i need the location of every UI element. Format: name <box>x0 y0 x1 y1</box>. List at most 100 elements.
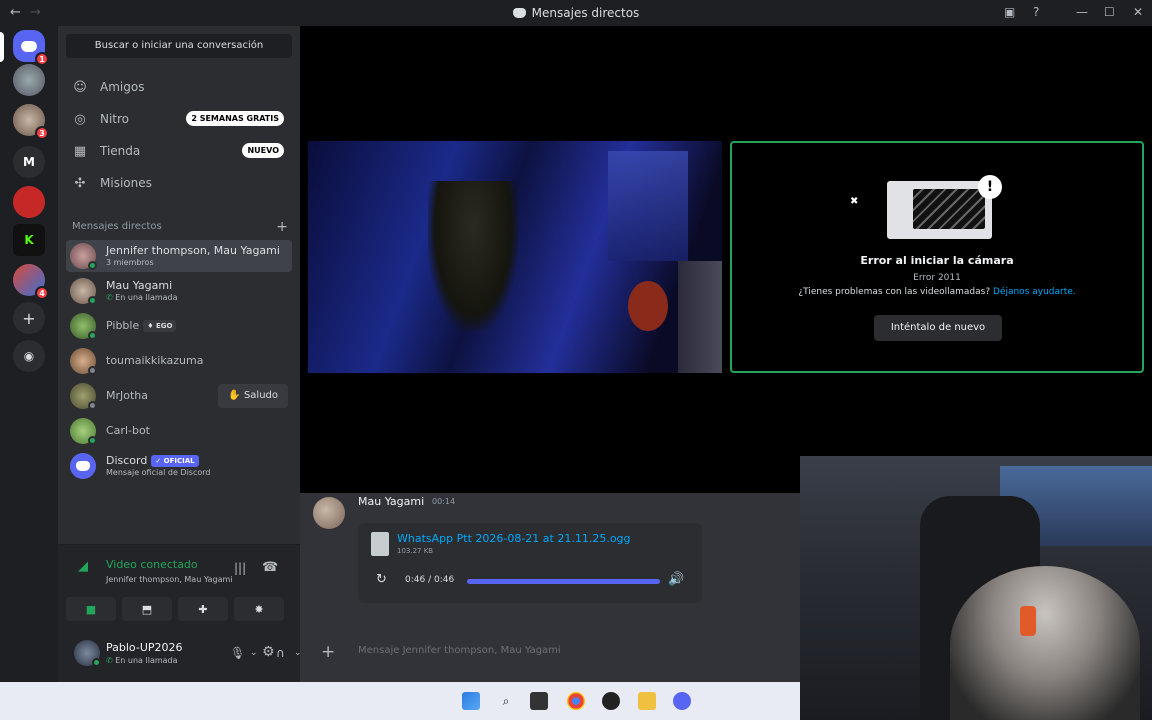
server-list: 1 3 M K 4 + ◉ <box>0 26 58 682</box>
volume-icon[interactable]: 🔊 <box>668 572 684 587</box>
chat-area: Mau Yagami 00:14 WhatsApp Ptt 2026-08-21… <box>300 493 800 682</box>
nitro-icon: ◎ <box>74 111 86 127</box>
webcam-light <box>1020 606 1036 636</box>
discord-logo-icon <box>76 461 90 471</box>
disconnect-icon[interactable]: ☎ <box>262 560 278 575</box>
friends-icon: ☺ <box>73 79 87 95</box>
server-avatar-3[interactable]: 4 <box>13 264 49 300</box>
discover-icon[interactable]: ◉ <box>13 340 45 372</box>
audio-player: ↻ 0:46 / 0:46 🔊 <box>374 571 688 591</box>
chevron-down-icon[interactable]: ⌄ <box>250 648 258 658</box>
call-stage: ! ✖ Error al iniciar la cámara Error 201… <box>300 26 1152 493</box>
progress-bar[interactable] <box>467 579 660 584</box>
maximize-icon[interactable]: ☐ <box>1104 5 1115 19</box>
status-indicator <box>92 658 101 667</box>
dm-name: Mau Yagami <box>106 279 173 292</box>
retry-button[interactable]: Inténtalo de nuevo <box>874 315 1002 341</box>
kick-server-icon[interactable]: K <box>13 224 45 256</box>
voice-channel[interactable]: Jennifer thompson, Mau Yagami <box>106 575 233 584</box>
help-icon[interactable]: ? <box>1033 5 1039 19</box>
shop-icon: ▦ <box>73 143 87 159</box>
replay-icon[interactable]: ↻ <box>376 572 387 587</box>
settings-icon[interactable]: ⚙ <box>262 644 275 660</box>
title-bar: ← → Mensajes directos ▣ ? — ☐ ✕ <box>0 0 1152 26</box>
activities-button[interactable]: ✚ <box>178 597 228 621</box>
activities-icon: ✚ <box>198 602 208 616</box>
headphones-icon[interactable]: ∩ <box>276 646 285 660</box>
username[interactable]: Pablo-UP2026 <box>106 641 183 654</box>
obs-icon[interactable] <box>602 692 620 710</box>
camera-error-illustration <box>887 181 992 239</box>
server-group-avatar[interactable] <box>13 64 45 96</box>
discord-taskbar-icon[interactable] <box>673 692 691 710</box>
dm-item-toumaikkikazuma[interactable]: toumaikkikazuma <box>66 345 292 377</box>
close-icon[interactable]: ✕ <box>1133 5 1143 19</box>
static-screen <box>913 189 985 229</box>
promo-tag: 2 SEMANAS GRATIS <box>186 111 284 126</box>
message-input[interactable]: Mensaje Jennifer thompson, Mau Yagami <box>358 645 561 656</box>
message-timestamp: 00:14 <box>432 497 456 506</box>
nav-label: Tienda <box>100 144 141 158</box>
dm-item-mau[interactable]: Mau Yagami ✆ En una llamada <box>66 275 292 307</box>
search-input[interactable]: Buscar o iniciar una conversación <box>66 34 292 58</box>
video-tile-remote[interactable] <box>308 141 722 373</box>
screen-share-icon: ⬒ <box>141 602 153 616</box>
video-poster <box>608 151 688 261</box>
warning-icon: ! <box>978 175 1002 199</box>
error-code: Error 2011 <box>913 273 961 283</box>
server-m[interactable]: M <box>13 146 45 178</box>
dm-item-group[interactable]: Jennifer thompson, Mau Yagami 3 miembros <box>66 240 292 272</box>
error-help: ¿Tienes problemas con las videollamadas?… <box>798 287 1076 297</box>
signal-icon: ◢ <box>78 559 88 574</box>
selected-pill <box>0 32 4 62</box>
task-view-icon[interactable] <box>530 692 548 710</box>
inbox-icon[interactable]: ▣ <box>1004 5 1015 19</box>
wave-button[interactable]: ✋ Saludo <box>218 384 288 408</box>
soundboard-button[interactable]: ✸ <box>234 597 284 621</box>
notification-badge: 4 <box>35 286 49 300</box>
discord-logo-icon <box>512 8 526 18</box>
official-tag: ✓ OFICIAL <box>151 455 199 467</box>
dm-item-carlbot[interactable]: Carl-bot <box>66 415 292 447</box>
home-button[interactable]: 1 <box>13 30 49 66</box>
server-avatar-1[interactable]: 3 <box>13 104 49 140</box>
nav-quests[interactable]: ✣ Misiones <box>66 169 292 197</box>
dm-item-discord[interactable]: Discord ✓ OFICIAL Mensaje oficial de Disc… <box>66 450 292 482</box>
audio-file-icon <box>371 532 389 556</box>
camera-button[interactable]: ■ <box>66 597 116 621</box>
help-link[interactable]: Déjanos ayudarte. <box>993 287 1076 297</box>
noise-suppression-icon[interactable]: ||| <box>234 561 246 575</box>
minimize-icon[interactable]: — <box>1076 5 1088 19</box>
chrome-icon[interactable] <box>567 692 585 710</box>
attach-plus-icon[interactable]: + <box>321 642 335 662</box>
window-title-container: Mensajes directos <box>0 6 1152 20</box>
dm-name: Carl-bot <box>106 424 150 437</box>
dm-name: MrJotha <box>106 389 149 402</box>
video-plush <box>628 281 668 331</box>
window-title: Mensajes directos <box>531 6 640 20</box>
file-explorer-icon[interactable] <box>638 692 656 710</box>
dm-item-pibble[interactable]: Pibble ♦ EGO <box>66 310 292 342</box>
screen-share-button[interactable]: ⬒ <box>122 597 172 621</box>
video-person-silhouette <box>428 181 518 331</box>
soundboard-icon: ✸ <box>254 602 264 616</box>
nav-friends[interactable]: ☺ Amigos <box>66 73 292 101</box>
dm-sidebar: Buscar o iniciar una conversación ☺ Amig… <box>58 26 302 682</box>
windows-start-icon[interactable] <box>462 692 480 710</box>
new-tag: NUEVO <box>242 143 284 158</box>
webcam-overlay <box>800 456 1152 720</box>
create-dm-icon[interactable]: + <box>276 219 288 235</box>
status-indicator <box>88 366 97 375</box>
file-link[interactable]: WhatsApp Ptt 2026-08-21 at 21.11.25.ogg <box>397 532 631 545</box>
server-avatar-2[interactable] <box>13 186 45 218</box>
add-server-icon[interactable]: + <box>13 302 45 334</box>
search-icon[interactable]: ⌕ <box>497 692 515 710</box>
avatar[interactable] <box>313 497 345 529</box>
dm-item-mrjotha[interactable]: MrJotha ✋ Saludo <box>66 380 292 412</box>
nav-shop[interactable]: ▦ Tienda NUEVO <box>66 137 292 165</box>
microphone-icon[interactable]: 🎙 <box>230 646 245 660</box>
message-author[interactable]: Mau Yagami <box>358 495 424 508</box>
nav-nitro[interactable]: ◎ Nitro 2 SEMANAS GRATIS <box>66 105 292 133</box>
camera-icon: ■ <box>85 602 97 616</box>
notification-badge: 3 <box>35 126 49 140</box>
